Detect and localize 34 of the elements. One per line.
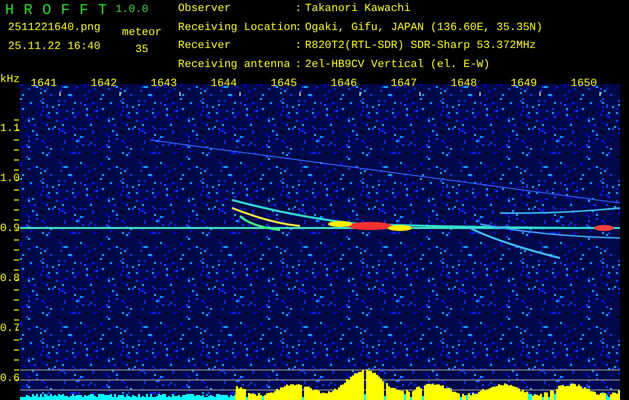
axis-tick-label: 1645 <box>270 78 297 90</box>
axis-tick-label: 1644 <box>210 78 237 90</box>
separator: : <box>295 4 303 17</box>
info-value: Ogaki, Gifu, JAPAN (136.60E, 35.35N) <box>305 22 543 36</box>
app-title: H R O F F T <box>5 3 108 19</box>
unit-label: kHz <box>0 73 20 88</box>
meteor-count: 35 <box>135 42 148 57</box>
axis-tick-label: 0.6 <box>0 372 20 386</box>
file-name: 2511221640.png <box>8 21 102 36</box>
axis-tick-label: 1646 <box>330 78 357 90</box>
axis-tick-label: 1649 <box>510 78 537 90</box>
info-value: R820T2(RTL-SDR) SDR-Sharp 53.372MHz <box>305 41 538 54</box>
axis-tick-label: 1641 <box>30 78 57 90</box>
axis-tick-label: 0.7 <box>0 322 20 336</box>
axis-tick-label: 1643 <box>150 78 177 90</box>
count-label: meteor <box>122 26 162 40</box>
axis-tick-label: 1650 <box>570 78 597 90</box>
axis-tick-label: 1.0 <box>0 172 20 186</box>
info-value: 2el-HB9CV Vertical (el. E-W) <box>305 60 491 72</box>
timestamp: 25.11.22 16:40 <box>8 40 102 54</box>
info-label: Receiving antenna <box>178 60 292 72</box>
axis-tick-label: 1647 <box>390 78 417 90</box>
axis-tick-label: 0.9 <box>0 222 20 236</box>
version-label: 1.0.0 <box>115 3 148 18</box>
axis-tick-label: 1648 <box>450 78 477 90</box>
info-label: Receiving Location <box>178 22 295 36</box>
axis-tick-label: 1642 <box>90 78 117 90</box>
separator: : <box>295 22 303 36</box>
separator: : <box>295 60 303 72</box>
info-label: Observer <box>178 4 232 17</box>
info-label: Receiver <box>178 41 232 54</box>
info-value: Takanori Kawachi <box>305 4 412 17</box>
axis-tick-label: 0.8 <box>0 272 20 286</box>
separator: : <box>295 41 303 54</box>
